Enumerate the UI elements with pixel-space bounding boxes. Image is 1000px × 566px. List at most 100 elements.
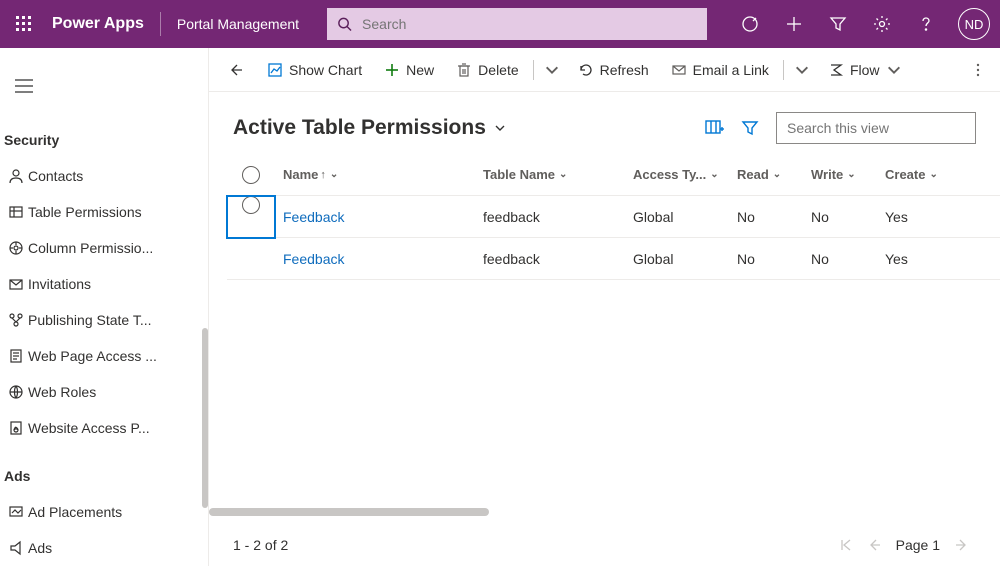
cmd-label: New [406,62,434,78]
command-bar: Show Chart New Delete Refresh Email a Li… [209,48,1000,92]
invitation-icon [4,276,28,292]
nav-section-ads: Ads [0,446,160,494]
row-name-link[interactable]: Feedback [275,209,475,225]
view-selector[interactable]: Active Table Permissions [233,116,506,140]
ads-icon [4,540,28,556]
global-search-input[interactable] [360,15,697,33]
sidebar-item-ad-placements[interactable]: Ad Placements [0,494,160,530]
help-button[interactable] [904,0,948,48]
sidebar-item-label: Web Roles [28,384,160,400]
portal-title: Portal Management [167,16,309,32]
filter-button[interactable] [816,0,860,48]
column-header-access-type[interactable]: Access Ty...⌄ [625,167,729,182]
grid-horizontal-scrollbar[interactable] [209,508,982,518]
plus-icon [785,15,803,33]
refresh-icon [578,62,594,78]
prev-page-button[interactable] [860,531,888,559]
column-header-write[interactable]: Write⌄ [803,167,877,182]
edit-filters-button[interactable] [732,110,768,146]
column-header-create[interactable]: Create⌄ [877,167,951,182]
sidebar-item-label: Contacts [28,168,160,184]
record-count: 1 - 2 of 2 [233,537,288,553]
chevron-down-icon [544,62,560,78]
back-arrow-icon [227,62,243,78]
sidebar-item-label: Web Page Access ... [28,348,160,364]
view-search[interactable] [776,112,976,144]
sidebar-item-table-permissions[interactable]: Table Permissions [0,194,160,230]
target-icon [741,15,759,33]
chevron-down-icon: ⌄ [330,169,338,180]
table-row[interactable]: Feedback feedback Global No No Yes [227,238,1000,280]
data-grid: Name↑⌄ Table Name⌄ Access Ty...⌄ Read⌄ W… [209,154,1000,508]
first-page-button[interactable] [832,531,860,559]
row-access-type: Global [625,251,729,267]
back-button[interactable] [215,54,255,86]
hamburger-icon [15,79,33,93]
sidebar-item-web-roles[interactable]: Web Roles [0,374,160,410]
sidebar-item-label: Ads [28,540,160,556]
delete-button[interactable]: Delete [446,54,528,86]
row-select-checkbox[interactable] [227,196,275,238]
column-header-name[interactable]: Name↑⌄ [275,167,475,182]
sidebar-item-label: Table Permissions [28,204,160,220]
question-icon [917,15,935,33]
view-search-input[interactable] [785,119,970,137]
sidebar-item-label: Website Access P... [28,420,160,436]
select-all-checkbox[interactable] [227,166,275,184]
flow-icon [828,62,844,78]
row-name-link[interactable]: Feedback [275,251,475,267]
cmd-separator [783,60,784,80]
table-row[interactable]: Feedback feedback Global No No Yes [227,196,1000,238]
delete-split-dropdown[interactable] [538,54,566,86]
overflow-button[interactable] [962,54,994,86]
sidebar-item-web-page-access[interactable]: Web Page Access ... [0,338,160,374]
show-chart-button[interactable]: Show Chart [257,54,372,86]
refresh-button[interactable]: Refresh [568,54,659,86]
grid-header-row: Name↑⌄ Table Name⌄ Access Ty...⌄ Read⌄ W… [227,154,1000,196]
email-split-dropdown[interactable] [788,54,816,86]
sidebar-item-ads[interactable]: Ads [0,530,160,566]
add-button[interactable] [772,0,816,48]
user-avatar[interactable]: ND [958,8,990,40]
funnel-icon [829,15,847,33]
first-page-icon [839,538,853,552]
cmd-label: Flow [850,62,880,78]
flow-button[interactable]: Flow [818,54,912,86]
website-access-icon [4,420,28,436]
cmd-label: Show Chart [289,62,362,78]
view-title: Active Table Permissions [233,116,486,140]
column-header-table-name[interactable]: Table Name⌄ [475,167,625,182]
sidebar-item-column-permission[interactable]: Column Permissio... [0,230,160,266]
nav-section-security: Security [0,110,160,158]
ad-placements-icon [4,504,28,520]
funnel-icon [740,118,760,138]
table-permission-icon [4,204,28,220]
nav-collapse-button[interactable] [0,62,48,110]
column-header-read[interactable]: Read⌄ [729,167,803,182]
waffle-icon [16,16,32,32]
app-launcher-button[interactable] [0,0,48,48]
page-access-icon [4,348,28,364]
next-page-button[interactable] [948,531,976,559]
new-button[interactable]: New [374,54,444,86]
target-button[interactable] [728,0,772,48]
sidebar-item-website-access[interactable]: Website Access P... [0,410,160,446]
sidebar-item-label: Column Permissio... [28,240,160,256]
chart-icon [267,62,283,78]
sidebar-item-publishing-state[interactable]: Publishing State T... [0,302,160,338]
sidebar-item-contacts[interactable]: Contacts [0,158,160,194]
cmd-label: Email a Link [693,62,769,78]
settings-button[interactable] [860,0,904,48]
chevron-down-icon: ⌄ [710,169,718,180]
cmd-separator [533,60,534,80]
page-indicator: Page 1 [888,537,948,553]
row-read: No [729,209,803,225]
trash-icon [456,62,472,78]
view-header: Active Table Permissions [209,92,1000,154]
sort-ascending-icon: ↑ [320,169,326,181]
global-search[interactable] [327,8,707,40]
chevron-down-icon: ⌄ [929,169,937,180]
sidebar-item-invitations[interactable]: Invitations [0,266,160,302]
edit-columns-button[interactable] [696,110,732,146]
email-link-button[interactable]: Email a Link [661,54,779,86]
